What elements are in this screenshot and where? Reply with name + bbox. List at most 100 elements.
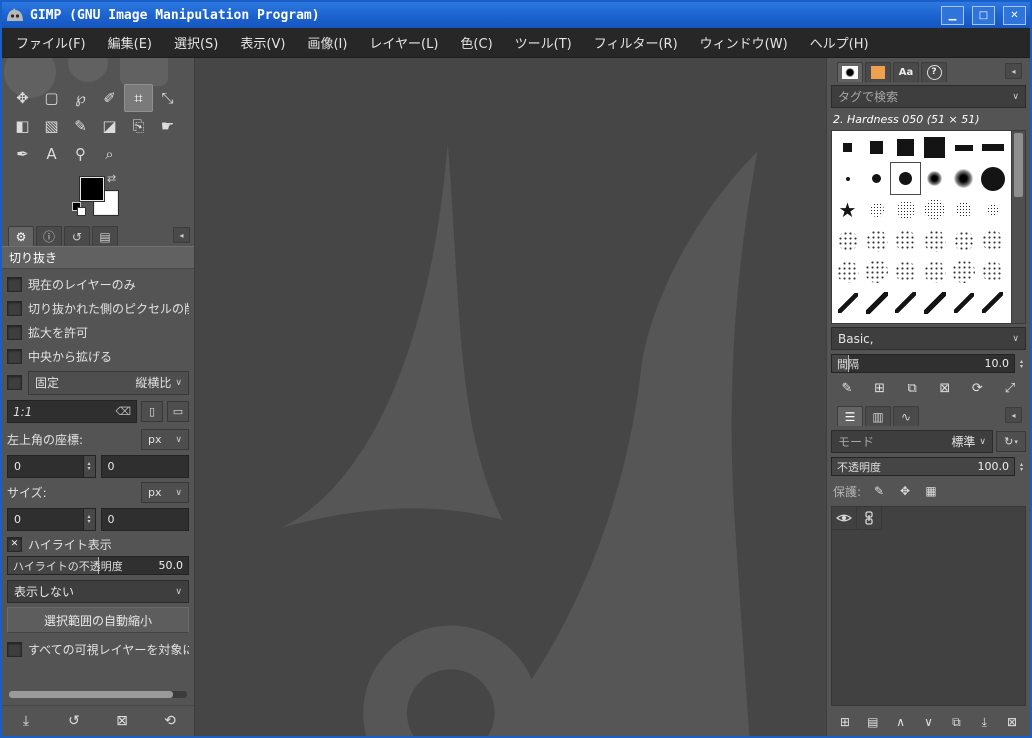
tab-images[interactable]: ▤ — [92, 226, 118, 246]
shrink-merged-checkbox[interactable] — [7, 642, 22, 657]
size-y-input[interactable]: 0 — [101, 508, 190, 531]
lock-alpha-button[interactable]: ▦ — [919, 481, 943, 501]
option-checkbox-1[interactable]: 切り抜かれた側のピクセルの削除 — [7, 296, 189, 320]
edit-brush-button[interactable]: ✎ — [834, 378, 860, 400]
open-brush-as-image-button[interactable]: ⤢ — [997, 378, 1023, 400]
tab-undo-history[interactable]: ↺ — [64, 226, 90, 246]
dock-menu-button[interactable]: ◂ — [173, 227, 190, 243]
brush-item[interactable] — [949, 256, 978, 287]
tag-filter-dropdown[interactable]: Basic, ∨ — [831, 327, 1026, 350]
lock-pixels-button[interactable]: ✎ — [867, 481, 891, 501]
mode-switch-button[interactable]: ↻ ▾ — [996, 431, 1026, 452]
fixed-checkbox[interactable] — [7, 375, 22, 390]
color-picker-tool[interactable]: ⚲ — [66, 140, 95, 168]
foreground-color-swatch[interactable] — [80, 177, 104, 201]
tab-paths[interactable]: ∿ — [893, 406, 919, 426]
titlebar[interactable]: GIMP (GNU Image Manipulation Program) ▁ … — [2, 2, 1030, 28]
new-group-button[interactable]: ▤ — [859, 710, 887, 734]
bucket-fill-tool[interactable]: ◧ — [8, 112, 37, 140]
move-tool[interactable]: ✥ — [8, 84, 37, 112]
brush-item[interactable] — [891, 194, 920, 225]
spinner-icon[interactable]: ▴▾ — [83, 456, 95, 477]
zoom-tool[interactable]: ⌕ — [95, 140, 124, 168]
menu-item-6[interactable]: 色(C) — [449, 28, 503, 57]
text-tool[interactable]: A — [37, 140, 66, 168]
brush-item[interactable] — [833, 132, 862, 163]
brush-item[interactable] — [862, 194, 891, 225]
brush-item[interactable] — [920, 256, 949, 287]
size-unit-dropdown[interactable]: px ∨ — [141, 482, 189, 503]
tag-search-combo[interactable]: タグで検索 ∨ — [831, 85, 1026, 108]
option-checkbox-3[interactable]: 中央から拡げる — [7, 344, 189, 368]
refresh-brushes-button[interactable]: ⟳ — [964, 378, 990, 400]
duplicate-layer-button[interactable]: ⧉ — [942, 710, 970, 734]
fixed-aspect-dropdown[interactable]: 固定 縦横比 ∨ — [28, 371, 189, 395]
save-options-button[interactable]: ⤓ — [12, 709, 40, 733]
brush-item[interactable] — [833, 287, 862, 318]
brush-item[interactable] — [978, 194, 1007, 225]
menu-item-2[interactable]: 選択(S) — [163, 28, 229, 57]
shrink-merged-row[interactable]: すべての可視レイヤーを対象にす — [7, 637, 189, 661]
fuzzy-select-tool[interactable]: ✐ — [95, 84, 124, 112]
link-chain-icon[interactable] — [857, 507, 882, 530]
brush-list[interactable]: ★ — [831, 130, 1026, 324]
brush-item[interactable] — [833, 256, 862, 287]
tab-tool-options[interactable]: ⚙ — [8, 226, 34, 246]
dock-menu-button[interactable]: ◂ — [1005, 63, 1022, 79]
menu-item-4[interactable]: 画像(I) — [296, 28, 358, 57]
smudge-tool[interactable]: ☛ — [153, 112, 182, 140]
new-layer-button[interactable]: ⊞ — [831, 710, 859, 734]
menu-item-3[interactable]: 表示(V) — [229, 28, 296, 57]
maximize-button[interactable]: □ — [972, 6, 995, 25]
size-x-input[interactable]: 0 ▴▾ — [7, 508, 96, 531]
crop-tool[interactable]: ⌗ — [124, 84, 153, 112]
eraser-tool[interactable]: ◪ — [95, 112, 124, 140]
tab-help[interactable]: ? — [921, 62, 947, 82]
brush-item[interactable] — [978, 256, 1007, 287]
brush-item[interactable] — [949, 287, 978, 318]
paintbrush-tool[interactable]: ✎ — [66, 112, 95, 140]
brush-item[interactable] — [949, 194, 978, 225]
highlight-row[interactable]: ✕ ハイライト表示 — [7, 532, 189, 556]
opacity-spinner[interactable]: ▴▾ — [1017, 462, 1026, 472]
option-checkbox-2[interactable]: 拡大を許可 — [7, 320, 189, 344]
layer-mode-dropdown[interactable]: モード 標準 ∨ — [831, 430, 993, 453]
visibility-eye-icon[interactable] — [832, 507, 857, 530]
menu-item-7[interactable]: ツール(T) — [504, 28, 583, 57]
landscape-button[interactable]: ▭ — [167, 401, 189, 422]
tab-layers[interactable]: ☰ — [837, 406, 863, 426]
menu-item-0[interactable]: ファイル(F) — [5, 28, 97, 57]
brush-item[interactable] — [949, 132, 978, 163]
brush-item[interactable] — [949, 225, 978, 256]
delete-brush-button[interactable]: ⊠ — [932, 378, 958, 400]
brush-item[interactable] — [978, 287, 1007, 318]
brush-item[interactable] — [891, 225, 920, 256]
tab-patterns[interactable] — [865, 62, 891, 82]
delete-layer-button[interactable]: ⊠ — [998, 710, 1026, 734]
close-button[interactable]: ✕ — [1003, 6, 1026, 25]
brush-item[interactable] — [949, 163, 978, 194]
brush-item[interactable]: ★ — [833, 194, 862, 225]
brush-item[interactable] — [978, 225, 1007, 256]
brush-item[interactable] — [862, 163, 891, 194]
brush-item[interactable] — [978, 163, 1007, 194]
spacing-slider[interactable]: 間隔 10.0 — [831, 354, 1015, 373]
opacity-slider[interactable]: 不透明度 100.0 — [831, 457, 1015, 476]
spinner-icon[interactable]: ▴▾ — [83, 509, 95, 530]
brush-item[interactable] — [920, 225, 949, 256]
new-brush-button[interactable]: ⊞ — [867, 378, 893, 400]
tab-brushes[interactable] — [837, 62, 863, 82]
brush-item[interactable] — [891, 132, 920, 163]
brush-item[interactable] — [891, 256, 920, 287]
options-scrollbar[interactable] — [9, 691, 187, 698]
reset-options-button[interactable]: ⟲ — [156, 709, 184, 733]
brush-item[interactable] — [862, 256, 891, 287]
guides-dropdown[interactable]: 表示しない ∨ — [7, 580, 189, 603]
color-widget[interactable]: ⇄ — [74, 174, 134, 222]
clear-icon[interactable]: ⌫ — [115, 405, 131, 418]
tab-channels[interactable]: ▥ — [865, 406, 891, 426]
brush-item[interactable] — [920, 287, 949, 318]
brush-item[interactable] — [862, 287, 891, 318]
lock-position-button[interactable]: ✥ — [893, 481, 917, 501]
rectangle-select-tool[interactable]: ▢ — [37, 84, 66, 112]
